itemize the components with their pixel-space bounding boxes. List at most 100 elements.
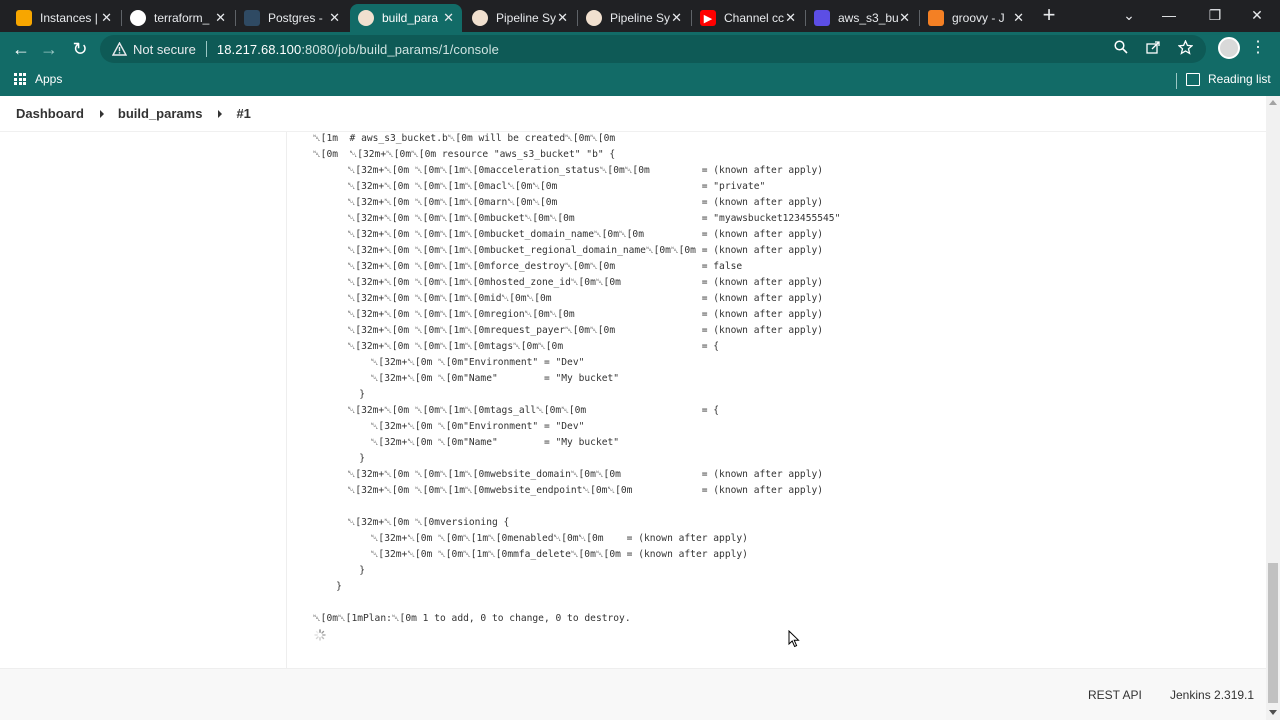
console-line: ␀[32m+␀[0m ␀[0m"Environment" = "Dev"	[313, 421, 585, 432]
breadcrumb-dashboard[interactable]: Dashboard	[16, 106, 84, 121]
url-text[interactable]: 18.217.68.100:8080/job/build_params/1/co…	[217, 42, 499, 57]
address-divider	[205, 41, 207, 57]
page-footer: REST API Jenkins 2.319.1	[0, 668, 1266, 720]
tab-close-icon[interactable]: ✕	[101, 11, 112, 25]
console-line: ␀[32m+␀[0m ␀[0m␀[1m␀[0marn␀[0m␀[0m = (kn…	[313, 197, 824, 208]
console-line: ␀[0m␀[1mPlan:␀[0m 1 to add, 0 to change,…	[313, 613, 631, 624]
security-status[interactable]: Not secure	[133, 42, 196, 57]
minimize-button[interactable]: —	[1146, 4, 1192, 26]
browser-menu-icon[interactable]: ⋮	[1250, 37, 1266, 59]
console-line: ␀[32m+␀[0m ␀[0m"Environment" = "Dev"	[313, 357, 585, 368]
new-tab-button[interactable]: +	[1038, 4, 1060, 28]
browser-tab[interactable]: ▶ Channel cc ✕	[692, 4, 804, 32]
console-line: }	[313, 389, 365, 400]
console-line: ␀[32m+␀[0m ␀[0m␀[1m␀[0macceleration_stat…	[313, 165, 824, 176]
reading-list-button[interactable]: Reading list	[1186, 72, 1271, 86]
tab-close-icon[interactable]: ✕	[899, 11, 910, 25]
github-icon	[130, 10, 146, 26]
aws-instances-icon	[16, 10, 32, 26]
reading-list-label: Reading list	[1208, 72, 1271, 86]
bookmarks-bar: Apps Reading list	[0, 66, 1280, 96]
console-line: ␀[32m+␀[0m ␀[0m␀[1m␀[0mwebsite_domain␀[0…	[313, 469, 824, 480]
jenkins-icon	[472, 10, 488, 26]
tab-close-icon[interactable]: ✕	[329, 11, 340, 25]
restore-button[interactable]: ❐	[1192, 4, 1238, 26]
browser-tab[interactable]: build_para ✕	[350, 4, 462, 32]
breadcrumb: Dashboard build_params #1	[0, 96, 1266, 132]
terraform-icon	[814, 10, 830, 26]
apps-label: Apps	[35, 72, 63, 86]
tab-close-icon[interactable]: ✕	[671, 11, 682, 25]
console-line: ␀[32m+␀[0m ␀[0mversioning {	[313, 517, 510, 528]
page-scrollbar[interactable]	[1266, 96, 1280, 720]
jenkins-icon	[586, 10, 602, 26]
console-line: ␀[32m+␀[0m ␀[0m␀[1m␀[0mbucket␀[0m␀[0m = …	[313, 213, 841, 224]
browser-tab[interactable]: Pipeline Sy ✕	[578, 4, 690, 32]
browser-tab-strip: Instances | ✕ terraform_ ✕ Postgres - ✕ build_…	[0, 0, 1280, 32]
breadcrumb-caret-icon[interactable]	[218, 109, 223, 118]
console-output: ␀[1m # aws_s3_bucket.b␀[0m will be creat…	[313, 131, 1253, 627]
console-line: ␀[32m+␀[0m ␀[0m␀[1m␀[0macl␀[0m␀[0m = "pr…	[313, 181, 766, 192]
browser-toolbar: ← → ↻ Not secure 18.217.68.100:8080/job/…	[0, 32, 1280, 66]
console-line: ␀[32m+␀[0m ␀[0m"Name" = "My bucket"	[313, 437, 620, 448]
tab-close-icon[interactable]: ✕	[443, 11, 454, 25]
breadcrumb-caret-icon[interactable]	[99, 109, 104, 118]
postgres-icon	[244, 10, 260, 26]
loading-spinner-icon	[314, 629, 326, 641]
scroll-down-arrow-icon[interactable]	[1269, 710, 1277, 715]
console-line: }	[313, 581, 342, 592]
console-line: ␀[32m+␀[0m ␀[0m␀[1m␀[0mhosted_zone_id␀[0…	[313, 277, 824, 288]
rest-api-link[interactable]: REST API	[1088, 688, 1142, 702]
browser-tab[interactable]: terraform_ ✕	[122, 4, 234, 32]
jenkins-icon	[358, 10, 374, 26]
bookmark-star-icon[interactable]	[1176, 39, 1194, 58]
browser-tab[interactable]: Pipeline Sy ✕	[464, 4, 576, 32]
share-icon[interactable]	[1144, 40, 1162, 58]
browser-tab[interactable]: groovy - J ✕	[920, 4, 1032, 32]
zoom-icon[interactable]	[1112, 40, 1130, 58]
console-line: ␀[0m ␀[32m+␀[0m␀[0m resource "aws_s3_buc…	[313, 149, 616, 160]
tab-close-icon[interactable]: ✕	[785, 11, 796, 25]
warning-icon[interactable]	[111, 41, 127, 57]
tab-close-icon[interactable]: ✕	[1013, 11, 1024, 25]
breadcrumb-job[interactable]: build_params	[118, 106, 203, 121]
tab-close-icon[interactable]: ✕	[215, 11, 226, 25]
console-line: ␀[32m+␀[0m ␀[0m␀[1m␀[0mbucket_regional_d…	[313, 245, 824, 256]
close-window-button[interactable]: ✕	[1234, 4, 1280, 26]
url-path: :8080/job/build_params/1/console	[301, 41, 499, 57]
console-line: ␀[32m+␀[0m ␀[0m␀[1m␀[0mtags␀[0m␀[0m = {	[313, 341, 720, 352]
back-button[interactable]: ←	[8, 36, 34, 62]
forward-button[interactable]: →	[36, 36, 62, 62]
console-line: }	[313, 565, 365, 576]
console-line: ␀[32m+␀[0m ␀[0m␀[1m␀[0mregion␀[0m␀[0m = …	[313, 309, 824, 320]
mouse-cursor-icon	[788, 630, 800, 648]
browser-tab[interactable]: Instances | ✕	[8, 4, 120, 32]
scroll-up-arrow-icon[interactable]	[1269, 100, 1277, 105]
youtube-icon: ▶	[700, 10, 716, 26]
breadcrumb-build[interactable]: #1	[236, 106, 250, 121]
console-line: ␀[32m+␀[0m ␀[0m␀[1m␀[0mbucket_domain_nam…	[313, 229, 824, 240]
console-line: ␀[32m+␀[0m ␀[0m␀[1m␀[0mwebsite_endpoint␀…	[313, 485, 824, 496]
jenkins-version-link[interactable]: Jenkins 2.319.1	[1170, 688, 1254, 702]
address-bar[interactable]: Not secure 18.217.68.100:8080/job/build_…	[100, 35, 1206, 63]
browser-tab[interactable]: aws_s3_bu ✕	[806, 4, 918, 32]
reload-button[interactable]: ↻	[67, 36, 93, 62]
side-panel-divider	[286, 132, 287, 668]
apps-grid-icon	[14, 73, 26, 85]
console-line: ␀[32m+␀[0m ␀[0m␀[1m␀[0mid␀[0m␀[0m = (kno…	[313, 293, 824, 304]
console-line: ␀[32m+␀[0m ␀[0m␀[1m␀[0menabled␀[0m␀[0m =…	[313, 533, 748, 544]
browser-tab[interactable]: Postgres - ✕	[236, 4, 348, 32]
console-line: ␀[32m+␀[0m ␀[0m␀[1m␀[0mtags_all␀[0m␀[0m …	[313, 405, 720, 416]
profile-avatar[interactable]	[1218, 37, 1240, 59]
console-line: ␀[32m+␀[0m ␀[0m"Name" = "My bucket"	[313, 373, 620, 384]
scrollbar-thumb[interactable]	[1268, 563, 1278, 703]
tab-close-icon[interactable]: ✕	[557, 11, 568, 25]
console-line: ␀[1m # aws_s3_bucket.b␀[0m will be creat…	[313, 133, 616, 144]
apps-shortcut[interactable]: Apps	[14, 72, 62, 86]
stackoverflow-icon	[928, 10, 944, 26]
console-line: }	[313, 453, 365, 464]
console-line: ␀[32m+␀[0m ␀[0m␀[1m␀[0mrequest_payer␀[0m…	[313, 325, 824, 336]
console-line: ␀[32m+␀[0m ␀[0m␀[1m␀[0mmfa_delete␀[0m␀[0…	[313, 549, 748, 560]
